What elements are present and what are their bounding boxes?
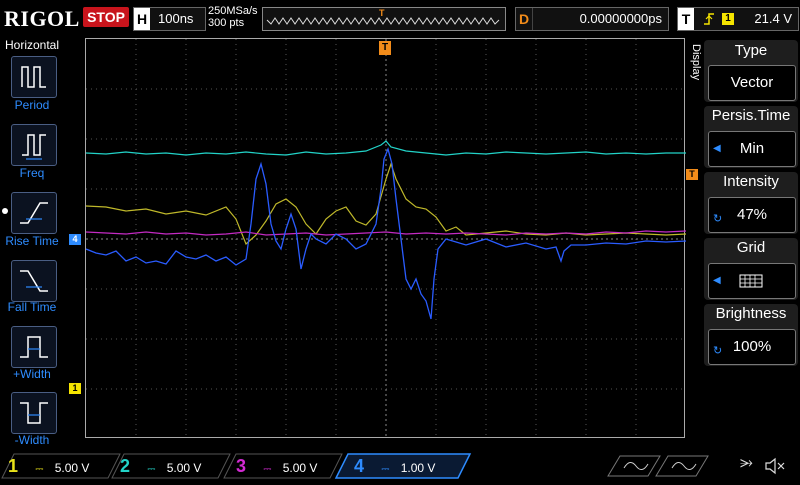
rise-time-button[interactable] (11, 192, 57, 234)
left-arrow-icon: ◀ (713, 275, 721, 286)
dc-coupling-icon: ⎓ (35, 464, 44, 475)
neg-width-label: -Width (14, 433, 50, 447)
source-buttons[interactable] (606, 454, 710, 478)
freq-label: Freq (19, 166, 45, 180)
channel-2-scale: 5.00 V (166, 461, 202, 475)
grid-field[interactable]: ◀ (708, 263, 796, 299)
knob-icon: ↻ (713, 213, 723, 225)
period-button[interactable] (11, 56, 57, 98)
fall-time-button[interactable] (11, 260, 57, 302)
selected-indicator (2, 208, 8, 214)
persis-time-value: Min (739, 140, 765, 157)
dc-coupling-icon: ⎓ (147, 464, 156, 475)
period-icon (21, 66, 46, 88)
channel-3-number: 3 (236, 456, 247, 476)
usb-icon: ⭃ (740, 454, 753, 471)
type-value[interactable]: Vector (708, 65, 796, 101)
brightness-field[interactable]: ↻ 100% (708, 329, 796, 365)
left-arrow-icon: ◀ (713, 143, 721, 154)
delay-label: D (516, 8, 533, 30)
fall-time-label: Fall Time (7, 300, 57, 314)
pos-width-button[interactable] (11, 326, 57, 368)
intensity-field[interactable]: ↻ 47% (708, 197, 796, 233)
waveform-canvas (85, 39, 687, 439)
trigger-display[interactable]: T 1 21.4 V (677, 7, 799, 31)
waveform-display[interactable] (85, 38, 687, 439)
memory-depth: 300 pts (208, 17, 245, 29)
intensity-value: 47% (736, 206, 768, 223)
acquisition-info: 250MSa/s 300 pts (208, 5, 258, 29)
persis-time-label: Persis.Time (711, 107, 791, 124)
delay-value: 0.00000000ps (579, 11, 662, 26)
rise-time-label: Rise Time (5, 234, 59, 248)
channel-4-scale: 1.00 V (400, 461, 436, 475)
brand-logo: RIGOL (4, 6, 80, 31)
delay-display[interactable]: D 0.00000000ps (515, 7, 669, 31)
fall-time-icon (20, 270, 48, 292)
dc-coupling-icon: ⎓ (381, 464, 390, 475)
channel-2-number: 2 (120, 456, 131, 476)
channel-4-marker[interactable]: 4 (69, 234, 81, 245)
persis-time-field[interactable]: ◀ Min (708, 131, 796, 167)
trigger-level: 21.4 V (754, 11, 792, 26)
speaker-mute-icon[interactable] (764, 457, 786, 475)
neg-width-icon (20, 402, 48, 424)
trigger-source: 1 (722, 13, 734, 25)
dc-coupling-icon: ⎓ (263, 464, 272, 475)
timebase-value: 100ns (158, 11, 194, 26)
memory-overview[interactable]: T (262, 7, 506, 31)
channel-4-number: 4 (354, 456, 365, 476)
pos-width-icon (20, 336, 48, 358)
trigger-level-marker[interactable]: T (686, 169, 698, 180)
memory-trigger-marker: T (379, 8, 385, 18)
pos-width-label: +Width (13, 367, 51, 381)
run-stop-button[interactable]: STOP (83, 7, 129, 27)
knob-icon: ↻ (713, 345, 723, 357)
neg-width-button[interactable] (11, 392, 57, 434)
display-menu-tab: Display (690, 44, 702, 81)
brightness-label: Brightness (715, 305, 787, 322)
channel-4-tab[interactable]: 4 ⎓ 1.00 V (354, 454, 435, 478)
channel-1-number: 1 (8, 456, 19, 476)
channel-1-tab[interactable]: 1 ⎓ 5.00 V (8, 454, 89, 478)
type-label: Type (734, 42, 768, 59)
trigger-edge-icon (704, 13, 714, 25)
rise-time-icon (20, 202, 48, 224)
intensity-label: Intensity (723, 173, 779, 190)
brightness-value: 100% (732, 338, 772, 355)
channel-2-tab[interactable]: 2 ⎓ 5.00 V (120, 454, 201, 478)
sample-rate: 250MSa/s (208, 5, 258, 17)
grid-icon (739, 274, 763, 288)
channel-3-scale: 5.00 V (282, 461, 318, 475)
channel-3-tab[interactable]: 3 ⎓ 5.00 V (236, 454, 317, 478)
channel-1-scale: 5.00 V (54, 461, 90, 475)
period-label: Period (14, 98, 50, 112)
grid-label: Grid (736, 239, 766, 256)
horizontal-label: H (134, 8, 150, 30)
freq-button[interactable] (11, 124, 57, 166)
channel-1-marker[interactable]: 1 (69, 383, 81, 394)
trigger-position-marker[interactable]: T (379, 41, 391, 55)
horizontal-timebase[interactable]: H 100ns (133, 7, 206, 31)
freq-icon (22, 134, 46, 160)
trigger-label: T (678, 8, 694, 30)
menu-title: Horizontal (4, 38, 60, 52)
